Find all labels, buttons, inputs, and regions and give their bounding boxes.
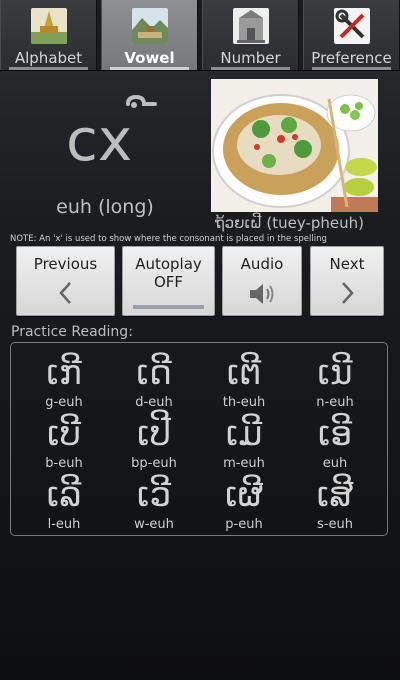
practice-roman: w-euh bbox=[134, 517, 174, 532]
practice-lao: ເວີ bbox=[136, 475, 172, 515]
practice-item[interactable]: ເອີ euh bbox=[290, 414, 380, 471]
practice-lao: ເນີ bbox=[317, 353, 353, 393]
tab-indicator bbox=[9, 67, 88, 70]
audio-button[interactable]: Audio bbox=[222, 246, 302, 316]
previous-button[interactable]: Previous bbox=[16, 246, 115, 316]
practice-lao: ເກີ bbox=[46, 353, 82, 393]
landscape-photo-icon bbox=[131, 8, 168, 44]
speaker-icon bbox=[250, 284, 274, 304]
practice-lao: ເຜີ bbox=[224, 475, 264, 515]
tab-label: Preference bbox=[311, 49, 392, 67]
practice-lao: ເດີ bbox=[136, 353, 172, 393]
chevron-left-icon bbox=[58, 282, 71, 304]
practice-lao: ເບີ bbox=[47, 414, 81, 454]
autoplay-indicator-bar bbox=[133, 305, 204, 309]
practice-item[interactable]: ເນີ n-euh bbox=[290, 353, 380, 410]
autoplay-toggle[interactable]: Autoplay OFF bbox=[122, 246, 215, 316]
autoplay-label: Autoplay bbox=[135, 255, 202, 273]
practice-item[interactable]: ເບີ b-euh bbox=[19, 414, 109, 471]
previous-label: Previous bbox=[33, 255, 98, 273]
audio-label: Audio bbox=[240, 255, 284, 273]
vowel-letter: cx bbox=[60, 86, 160, 186]
chevron-right-icon bbox=[342, 282, 354, 304]
tab-label: Vowel bbox=[124, 49, 175, 67]
practice-lao: ເມີ bbox=[225, 414, 263, 454]
spelling-note: NOTE: An 'x' is used to show where the c… bbox=[10, 234, 327, 244]
practice-item[interactable]: ເລີ l-euh bbox=[19, 475, 109, 532]
practice-roman: euh bbox=[322, 456, 348, 471]
next-label: Next bbox=[329, 255, 365, 273]
practice-roman: g-euh bbox=[45, 395, 83, 410]
tab-vowel[interactable]: Vowel bbox=[101, 0, 198, 70]
monument-photo-icon bbox=[232, 8, 269, 44]
practice-roman: d-euh bbox=[135, 395, 173, 410]
practice-item[interactable]: ເຕີ th-euh bbox=[199, 353, 289, 410]
tab-indicator bbox=[211, 67, 290, 70]
temple-photo-icon bbox=[30, 8, 67, 44]
practice-item[interactable]: ເດີ d-euh bbox=[109, 353, 199, 410]
next-button[interactable]: Next bbox=[310, 246, 384, 316]
practice-lao: ເຕີ bbox=[226, 353, 262, 393]
practice-roman: b-euh bbox=[45, 456, 83, 471]
tab-bar: Alphabet Vowel Number Preference bbox=[0, 0, 400, 71]
tab-preference[interactable]: Preference bbox=[303, 0, 400, 70]
tab-number[interactable]: Number bbox=[202, 0, 299, 70]
practice-lao: ເປີ bbox=[137, 414, 171, 454]
vowel-letter-text: cx bbox=[66, 106, 133, 174]
practice-item[interactable]: ເກີ g-euh bbox=[19, 353, 109, 410]
vowel-sound-label: euh (long) bbox=[56, 196, 154, 218]
practice-item[interactable]: ເຜີ p-euh bbox=[199, 475, 289, 532]
example-word-photo[interactable] bbox=[211, 79, 378, 212]
tab-indicator bbox=[110, 67, 189, 70]
tab-indicator bbox=[312, 67, 391, 70]
practice-item[interactable]: ເວີ w-euh bbox=[109, 475, 199, 532]
practice-lao: ເອີ bbox=[317, 414, 353, 454]
practice-grid: ເກີ g-euh ເດີ d-euh ເຕີ th-euh ເນີ n-euh… bbox=[10, 342, 388, 536]
practice-roman: l-euh bbox=[47, 517, 81, 532]
example-word-caption: ຖ້ວຍເຝີ (tuey-pheuh) bbox=[215, 214, 364, 232]
tools-icon bbox=[333, 8, 370, 44]
practice-roman: n-euh bbox=[316, 395, 354, 410]
practice-title: Practice Reading: bbox=[11, 324, 133, 340]
tab-alphabet[interactable]: Alphabet bbox=[0, 0, 97, 70]
autoplay-state: OFF bbox=[153, 273, 184, 291]
practice-item[interactable]: ເປີ bp-euh bbox=[109, 414, 199, 471]
practice-item[interactable]: ເມີ m-euh bbox=[199, 414, 289, 471]
practice-roman: bp-euh bbox=[131, 456, 177, 471]
tab-label: Number bbox=[220, 49, 281, 67]
practice-lao: ເສີ bbox=[316, 475, 354, 515]
practice-lao: ເລີ bbox=[46, 475, 82, 515]
practice-roman: th-euh bbox=[222, 395, 266, 410]
practice-item[interactable]: ເສີ s-euh bbox=[290, 475, 380, 532]
practice-roman: s-euh bbox=[317, 517, 353, 532]
practice-roman: p-euh bbox=[225, 517, 263, 532]
practice-roman: m-euh bbox=[223, 456, 265, 471]
tab-label: Alphabet bbox=[14, 49, 83, 67]
